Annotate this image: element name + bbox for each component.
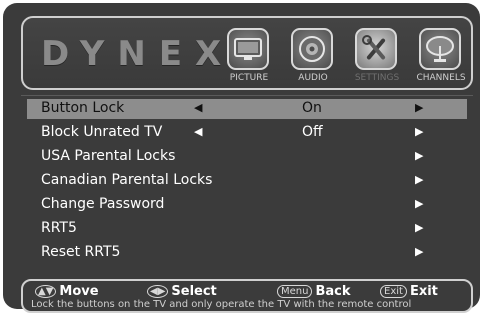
speaker-icon <box>291 28 333 70</box>
setting-change-password[interactable]: Change Password ▶ <box>27 195 467 215</box>
arrow-left-icon[interactable]: ◀ <box>194 125 202 138</box>
hint-move: ▲▼ Move <box>35 284 99 299</box>
arrow-right-icon[interactable]: ▶ <box>415 197 423 210</box>
setting-label: Canadian Parental Locks <box>41 172 213 188</box>
arrow-right-icon[interactable]: ▶ <box>415 149 423 162</box>
setting-button-lock[interactable]: Button Lock ◀ On ▶ <box>27 99 467 119</box>
hint-row: ▲▼ Move ◀▶ Select Menu Back Exit Exit <box>35 284 465 299</box>
setting-label: Reset RRT5 <box>41 244 121 260</box>
hint-move-label: Move <box>59 284 99 299</box>
setting-canadian-parental-locks[interactable]: Canadian Parental Locks ▶ <box>27 171 467 191</box>
hint-back-label: Back <box>315 284 351 299</box>
menu-key-icon: Menu <box>277 285 313 298</box>
setting-usa-parental-locks[interactable]: USA Parental Locks ▶ <box>27 147 467 167</box>
tv-menu-frame: DYNEX PICTURE AUDIO SETTINGS CHANNELS Bu… <box>3 3 480 313</box>
up-down-icon: ▲▼ <box>35 285 57 298</box>
brand-logo: DYNEX <box>41 34 235 74</box>
tab-settings[interactable]: SETTINGS <box>349 28 405 86</box>
tab-picture[interactable]: PICTURE <box>221 28 277 86</box>
tools-icon <box>355 28 397 70</box>
satellite-dish-icon <box>419 28 461 70</box>
tab-picture-label: PICTURE <box>229 73 269 83</box>
setting-label: Change Password <box>41 196 165 212</box>
tv-icon <box>227 28 269 70</box>
arrow-right-icon[interactable]: ▶ <box>415 245 423 258</box>
setting-label: Button Lock <box>41 100 125 116</box>
setting-reset-rrt5[interactable]: Reset RRT5 ▶ <box>27 243 467 263</box>
setting-value: Off <box>302 124 323 140</box>
exit-key-icon: Exit <box>380 285 407 298</box>
tab-channels[interactable]: CHANNELS <box>413 28 469 86</box>
arrow-right-icon[interactable]: ▶ <box>415 221 423 234</box>
setting-label: RRT5 <box>41 220 77 236</box>
setting-block-unrated-tv[interactable]: Block Unrated TV ◀ Off ▶ <box>27 123 467 143</box>
setting-label: USA Parental Locks <box>41 148 176 164</box>
tab-audio-label: AUDIO <box>298 73 328 83</box>
menu-header: DYNEX PICTURE AUDIO SETTINGS CHANNELS <box>21 16 473 90</box>
tab-settings-label: SETTINGS <box>354 73 400 83</box>
arrow-right-icon[interactable]: ▶ <box>415 125 423 138</box>
left-right-icon: ◀▶ <box>147 285 169 298</box>
settings-list: Button Lock ◀ On ▶ Block Unrated TV ◀ Of… <box>21 95 473 268</box>
arrow-right-icon[interactable]: ▶ <box>415 173 423 186</box>
help-text: Lock the buttons on the TV and only oper… <box>31 299 412 310</box>
setting-value: On <box>302 100 322 116</box>
setting-rrt5[interactable]: RRT5 ▶ <box>27 219 467 239</box>
hint-select-label: Select <box>171 284 217 299</box>
hint-select: ◀▶ Select <box>147 284 217 299</box>
hint-back: Menu Back <box>277 284 351 299</box>
tab-channels-label: CHANNELS <box>416 73 466 83</box>
setting-label: Block Unrated TV <box>41 124 163 140</box>
hint-exit-label: Exit <box>409 284 438 299</box>
arrow-left-icon[interactable]: ◀ <box>194 101 202 114</box>
button-hint-bar: ▲▼ Move ◀▶ Select Menu Back Exit Exit Lock t… <box>21 279 473 313</box>
tab-audio[interactable]: AUDIO <box>285 28 341 86</box>
hint-exit: Exit Exit <box>380 284 438 299</box>
arrow-right-icon[interactable]: ▶ <box>415 101 423 114</box>
